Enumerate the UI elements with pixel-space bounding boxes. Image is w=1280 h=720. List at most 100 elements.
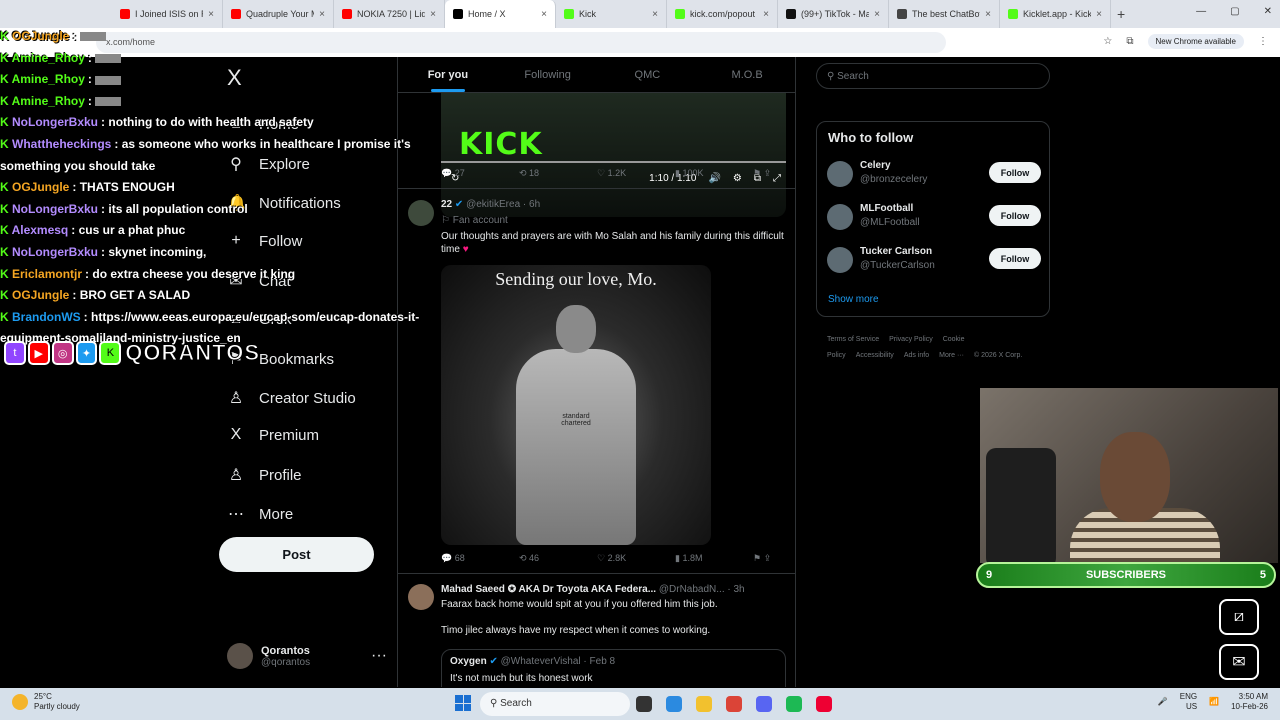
nav-item-profile[interactable]: ♙ Profile [227, 465, 302, 485]
close-icon[interactable]: × [208, 9, 214, 20]
nav-item-creator-studio[interactable]: ♙ Creator Studio [227, 388, 356, 408]
account-name: Qorantos [261, 644, 310, 657]
taskbar-search[interactable]: ⚲ Search [480, 692, 630, 716]
tab-following[interactable]: Following [498, 57, 598, 92]
like-button[interactable]: ♡ 2.8K [597, 553, 675, 564]
repost-button[interactable]: ⟲ 46 [519, 553, 597, 564]
post-image[interactable]: Sending our love, Mo. standard chartered [441, 265, 711, 545]
copilot-icon[interactable] [666, 696, 682, 712]
reply-button[interactable]: 💬 27 [441, 168, 519, 179]
nav-label: More [259, 505, 294, 523]
close-icon[interactable]: × [985, 9, 991, 20]
avatar[interactable] [827, 204, 853, 230]
close-icon[interactable]: ✕ [1264, 6, 1272, 17]
close-icon[interactable]: × [652, 9, 658, 20]
chat-message: K OGJungle: BRO GET A SALAD [0, 285, 440, 307]
new-chrome-available-button[interactable]: New Chrome available [1147, 34, 1244, 49]
explorer-icon[interactable] [696, 696, 712, 712]
tab-title: Home / X [468, 9, 506, 19]
nav-item-more[interactable]: ⋯ More [227, 504, 293, 524]
chrome-icon[interactable] [726, 696, 742, 712]
footer-link[interactable]: Ads info [904, 352, 929, 359]
browser-tab[interactable]: Quadruple Your M × [223, 0, 334, 28]
tab-title: (99+) TikTok - Mal [801, 9, 870, 19]
wifi-icon[interactable]: 📶 [1209, 697, 1219, 707]
menu-icon[interactable]: ⋮ [1258, 36, 1268, 47]
task-view-icon[interactable] [636, 696, 652, 712]
grok-icon[interactable]: ⧄ [1219, 599, 1259, 635]
quoted-post[interactable]: Oxygen ✔ @WhateverVishal · Feb 8 It's no… [441, 649, 786, 687]
follow-button[interactable]: Follow [989, 248, 1041, 269]
nav-item-premium[interactable]: X Premium [227, 426, 319, 444]
start-icon[interactable] [455, 695, 471, 711]
bookmark-icon[interactable]: ⚑ ⇪ [753, 168, 771, 179]
tab-for-you[interactable]: For you [398, 57, 498, 92]
browser-tab[interactable]: Kick × [556, 0, 667, 28]
chat-message: K NoLongerBxku: nothing to do with healt… [0, 112, 440, 134]
twitch-icon: t [4, 341, 26, 365]
browser-tab[interactable]: Home / X × [445, 0, 556, 28]
more-icon[interactable]: ··· [371, 647, 387, 665]
chat-message: K NoLongerBxku: its all population contr… [0, 199, 440, 221]
close-icon[interactable]: × [1096, 9, 1102, 20]
views-stat[interactable]: ▮ 100K [675, 168, 753, 179]
follow-button[interactable]: Follow [989, 162, 1041, 183]
discord-icon[interactable] [756, 696, 772, 712]
star-icon[interactable]: ☆ [1103, 36, 1112, 47]
account-handle: @qorantos [261, 656, 311, 668]
maximize-icon[interactable]: ▢ [1230, 6, 1239, 17]
browser-tab[interactable]: kick.com/popout × [667, 0, 778, 28]
footer-link[interactable]: © 2026 X Corp. [974, 352, 1022, 359]
close-icon[interactable]: × [319, 9, 325, 20]
browser-tab[interactable]: Kicklet.app - Kick × [1000, 0, 1111, 28]
views-stat[interactable]: ▮ 1.8M [675, 553, 753, 564]
chat-separator: : [87, 72, 96, 87]
shirt-sponsor: standard chartered [561, 413, 591, 427]
mail-icon[interactable]: ✉ [1219, 644, 1259, 680]
tab-m-o-b[interactable]: M.O.B [697, 57, 795, 92]
close-icon[interactable]: × [874, 9, 880, 20]
browser-tab[interactable]: I Joined ISIS on Ro × [112, 0, 223, 28]
app-icon[interactable] [816, 696, 832, 712]
search-input[interactable]: ⚲ Search [816, 63, 1050, 89]
browser-tab[interactable]: The best ChatBot × [889, 0, 1000, 28]
new-tab-icon[interactable]: + [1117, 6, 1125, 22]
avatar[interactable] [827, 161, 853, 187]
extensions-icon[interactable]: ⧉ [1126, 36, 1133, 47]
footer-link[interactable]: Accessibility [856, 352, 894, 359]
like-button[interactable]: ♡ 1.2K [597, 168, 675, 179]
weather-widget[interactable]: 25°C Partly cloudy [12, 692, 80, 712]
feed-tabs: For you Following QMC M.O.B [398, 57, 795, 93]
footer-link[interactable]: Privacy Policy [889, 336, 933, 343]
avatar[interactable] [827, 247, 853, 273]
bookmark-icon[interactable]: ⚑ ⇪ [753, 553, 771, 564]
player-figure: standard chartered [511, 305, 641, 545]
tab-qmc[interactable]: QMC [598, 57, 698, 92]
chat-emote [95, 97, 122, 107]
video-progress[interactable] [441, 161, 786, 163]
tab-title: NOKIA 7250 | Liqu [357, 9, 426, 19]
post-button[interactable]: Post [219, 537, 374, 572]
account-switcher[interactable]: Qorantos @qorantos ··· [227, 643, 387, 669]
footer-link[interactable]: Terms of Service [827, 336, 879, 343]
clock[interactable]: 3:50 AM 10-Feb-26 [1231, 692, 1268, 712]
footer-link[interactable]: More ··· [939, 352, 964, 359]
reply-button[interactable]: 💬 68 [441, 553, 519, 564]
repost-button[interactable]: ⟲ 18 [519, 168, 597, 179]
kick-badge-icon: K [0, 50, 12, 65]
spotify-icon[interactable] [786, 696, 802, 712]
profile-icon: ♙ [228, 467, 244, 484]
chat-username: OGJungle [12, 288, 70, 303]
chat-username: OGJungle [12, 29, 70, 43]
close-icon[interactable]: × [763, 9, 769, 20]
mic-icon[interactable]: 🎤 [1158, 697, 1168, 707]
minimize-icon[interactable]: — [1196, 6, 1206, 17]
close-icon[interactable]: × [541, 9, 547, 20]
show-more-link[interactable]: Show more [828, 294, 879, 305]
avatar[interactable] [408, 584, 434, 610]
browser-tab[interactable]: NOKIA 7250 | Liqu × [334, 0, 445, 28]
tab-title: Quadruple Your M [246, 9, 315, 19]
follow-button[interactable]: Follow [989, 205, 1041, 226]
browser-tab[interactable]: (99+) TikTok - Mal × [778, 0, 889, 28]
close-icon[interactable]: × [430, 9, 436, 20]
